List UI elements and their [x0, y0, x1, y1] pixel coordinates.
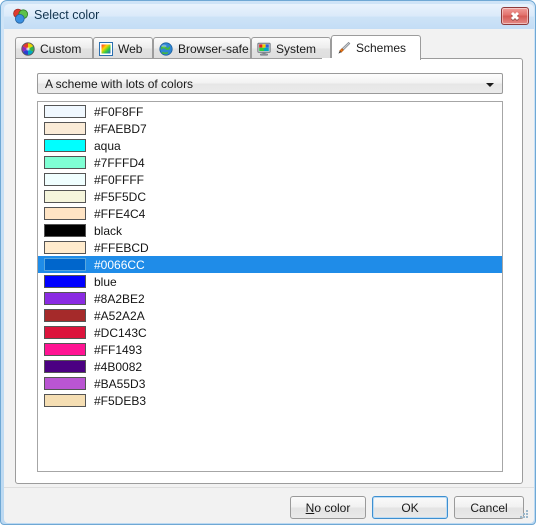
resize-grip-icon[interactable]: [518, 508, 530, 520]
close-icon: ✖: [510, 10, 520, 23]
color-list-item[interactable]: #8A2BE2: [38, 290, 502, 307]
tab-label-system: System: [276, 41, 317, 56]
color-list-item[interactable]: #0066CC: [38, 256, 502, 273]
color-swatch: [44, 139, 86, 152]
web-palette-icon: [99, 41, 113, 56]
paintbrush-icon: [337, 41, 351, 55]
color-list-item-label: black: [94, 223, 123, 238]
active-tab-seam: [322, 58, 410, 60]
tab-custom[interactable]: Custom: [15, 37, 93, 59]
color-swatch: [44, 377, 86, 390]
chevron-down-icon: [486, 83, 494, 87]
color-list-item-label: #A52A2A: [94, 308, 145, 323]
color-list-item-label: #FF1493: [94, 342, 143, 357]
tab-browser-safe[interactable]: Browser-safe: [153, 37, 251, 59]
color-swatch: [44, 258, 86, 271]
color-list-item-label: #8A2BE2: [94, 291, 145, 306]
color-list-item[interactable]: #FFE4C4: [38, 205, 502, 222]
color-swatch: [44, 241, 86, 254]
color-swatch: [44, 394, 86, 407]
tab-system[interactable]: System: [251, 37, 331, 59]
monitor-icon: [257, 42, 271, 56]
color-wheel-icon: [21, 41, 35, 56]
color-list-item[interactable]: #F5F5DC: [38, 188, 502, 205]
color-swatch: [44, 173, 86, 186]
color-list-item[interactable]: #F5DEB3: [38, 392, 502, 409]
color-list[interactable]: #F0F8FF #FAEBD7 aqua #7FFFD4 #F0FFFF #F5F5DC #…: [37, 101, 503, 472]
tab-label-web: Web: [118, 41, 143, 56]
dialog-button-bar: No color OK Cancel: [4, 487, 534, 524]
color-swatch: [44, 156, 86, 169]
color-list-item-label: blue: [94, 274, 117, 289]
color-list-item-label: #F5DEB3: [94, 393, 147, 408]
tab-strip: Custom Web Browser-safe System Schemes: [15, 35, 523, 60]
color-swatch: [44, 122, 86, 135]
color-list-item-label: #FFEBCD: [94, 240, 149, 255]
color-list-item-label: aqua: [94, 138, 121, 153]
globe-icon: [159, 41, 173, 56]
color-circles-icon: [12, 8, 29, 25]
color-swatch: [44, 292, 86, 305]
color-list-item[interactable]: aqua: [38, 137, 502, 154]
color-swatch: [44, 343, 86, 356]
window-title: Select color: [34, 8, 100, 22]
no-color-accel: N: [305, 500, 315, 515]
tab-web[interactable]: Web: [93, 37, 153, 59]
color-swatch: [44, 224, 86, 237]
color-swatch: [44, 190, 86, 203]
color-list-item-label: #BA55D3: [94, 376, 146, 391]
scheme-select-value: A scheme with lots of colors: [45, 77, 194, 91]
color-list-item-label: #7FFFD4: [94, 155, 145, 170]
cancel-button[interactable]: Cancel: [454, 496, 524, 519]
color-list-item-label: #FFE4C4: [94, 206, 146, 221]
color-list-item[interactable]: #FF1493: [38, 341, 502, 358]
color-list-item[interactable]: #4B0082: [38, 358, 502, 375]
tab-label-schemes: Schemes: [356, 41, 407, 55]
scheme-select[interactable]: A scheme with lots of colors: [37, 73, 503, 94]
no-color-rest: o color: [314, 500, 351, 515]
color-list-item-label: #DC143C: [94, 325, 147, 340]
color-list-item[interactable]: #FFEBCD: [38, 239, 502, 256]
close-button[interactable]: ✖: [501, 7, 529, 25]
color-list-item-label: #F0FFFF: [94, 172, 144, 187]
color-list-item-label: #4B0082: [94, 359, 143, 374]
color-list-item[interactable]: black: [38, 222, 502, 239]
no-color-button[interactable]: No color: [290, 496, 366, 519]
tab-label-custom: Custom: [40, 41, 82, 56]
color-list-item[interactable]: #F0FFFF: [38, 171, 502, 188]
color-swatch: [44, 326, 86, 339]
color-list-item[interactable]: #F0F8FF: [38, 103, 502, 120]
ok-button[interactable]: OK: [372, 496, 448, 519]
color-list-item-label: #F0F8FF: [94, 104, 144, 119]
color-list-item[interactable]: #DC143C: [38, 324, 502, 341]
color-swatch: [44, 360, 86, 373]
color-list-item[interactable]: #FAEBD7: [38, 120, 502, 137]
tab-schemes[interactable]: Schemes: [331, 35, 421, 60]
color-list-items: #F0F8FF #FAEBD7 aqua #7FFFD4 #F0FFFF #F5F5DC #…: [38, 103, 502, 409]
color-list-item-label: #FAEBD7: [94, 121, 147, 136]
color-list-item[interactable]: blue: [38, 273, 502, 290]
color-swatch: [44, 309, 86, 322]
tab-label-browser-safe: Browser-safe: [178, 41, 249, 56]
color-list-item[interactable]: #BA55D3: [38, 375, 502, 392]
title-bar[interactable]: Select color ✖: [4, 4, 534, 29]
window-inner: Select color ✖ Custom Web Browser-safe S…: [4, 4, 534, 523]
color-swatch: [44, 207, 86, 220]
select-color-dialog: Select color ✖ Custom Web Browser-safe S…: [0, 0, 536, 525]
color-swatch: [44, 275, 86, 288]
schemes-panel: A scheme with lots of colors #F0F8FF #FAE…: [15, 58, 523, 484]
color-list-item-label: #F5F5DC: [94, 189, 147, 204]
color-swatch: [44, 105, 86, 118]
color-list-item[interactable]: #A52A2A: [38, 307, 502, 324]
dialog-client-area: Custom Web Browser-safe System Schemes A…: [4, 29, 534, 523]
color-list-item-label: #0066CC: [94, 257, 145, 272]
color-list-item[interactable]: #7FFFD4: [38, 154, 502, 171]
